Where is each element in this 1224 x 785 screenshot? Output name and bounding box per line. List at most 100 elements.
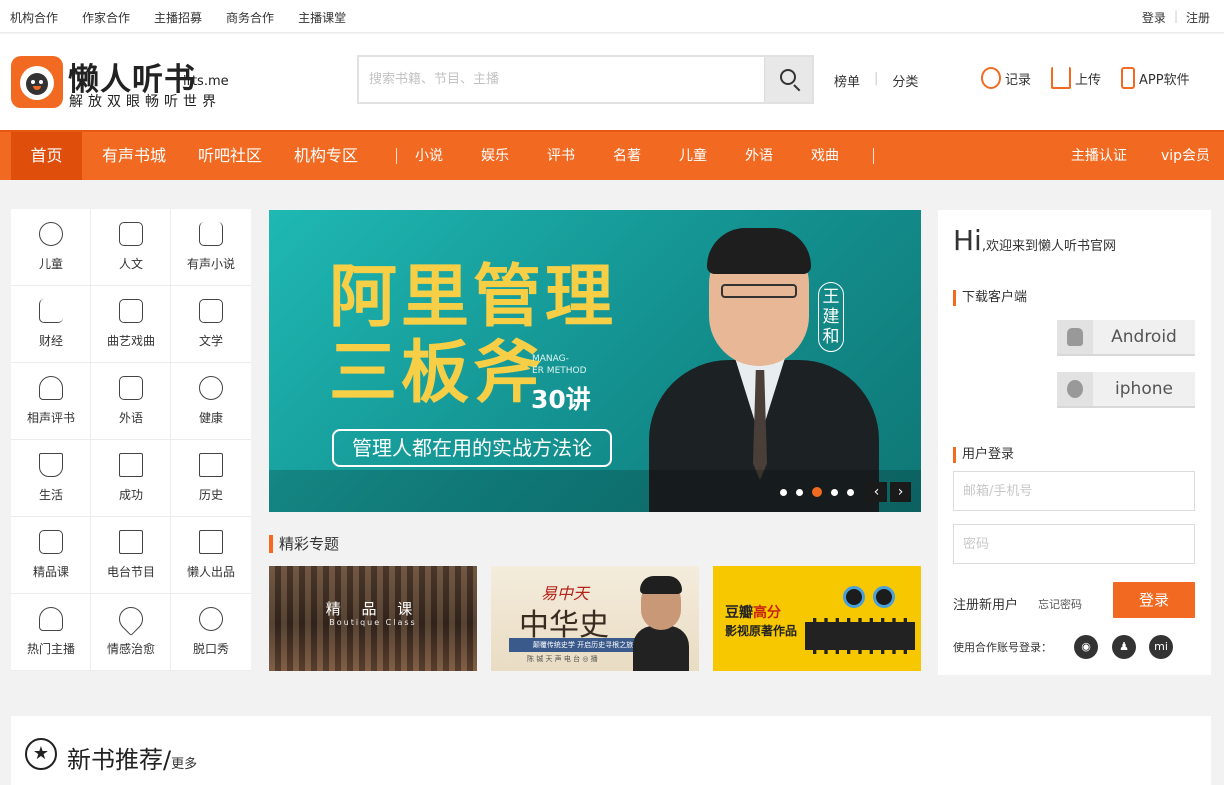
nav-cat-pingshu[interactable]: 评书 xyxy=(547,132,575,180)
category-item[interactable]: 成功 xyxy=(91,440,171,517)
topic-sub: 陈 铖 天 声 电 台 ◎ 播 xyxy=(527,655,598,663)
carousel-dot[interactable] xyxy=(796,488,803,496)
nav-cat-opera[interactable]: 戏曲 xyxy=(811,132,839,180)
chevron-right-icon[interactable]: › xyxy=(890,482,911,502)
top-links: 机构合作 作家合作 主播招募 商务合作 主播课堂 xyxy=(10,9,346,26)
qq-icon[interactable]: ♟ xyxy=(1112,635,1136,659)
nav-audio-store[interactable]: 有声书城 xyxy=(102,132,166,180)
logo-slogan: 解放双眼畅听世界 xyxy=(69,94,221,110)
nav-home[interactable]: 首页 xyxy=(11,132,82,180)
baby-icon xyxy=(39,222,63,246)
nav-vip[interactable]: vip会员 xyxy=(1161,132,1210,180)
nav-institution[interactable]: 机构专区 xyxy=(294,132,358,180)
app-label: APP软件 xyxy=(1139,72,1190,88)
category-item[interactable]: 热门主播 xyxy=(11,594,91,671)
category-item[interactable]: 相声评书 xyxy=(11,363,91,440)
app-button[interactable]: APP软件 xyxy=(1121,67,1190,89)
topic-subtitle: Boutique Class xyxy=(329,618,417,627)
category-item[interactable]: 曲艺戏曲 xyxy=(91,286,171,363)
people-icon xyxy=(39,607,63,631)
xiaomi-icon[interactable]: mi xyxy=(1149,635,1173,659)
main-nav: 首页 有声书城 听吧社区 机构专区 小说 娱乐 评书 名著 儿童 外语 戏曲 主… xyxy=(0,130,1224,180)
banner-tagline: 管理人都在用的实战方法论 xyxy=(332,429,612,467)
top-link-writer[interactable]: 作家合作 xyxy=(82,9,130,26)
nav-divider xyxy=(873,148,874,164)
nav-cat-classics[interactable]: 名著 xyxy=(613,132,641,180)
category-item[interactable]: 懒人出品 xyxy=(171,517,251,594)
nav-cat-children[interactable]: 儿童 xyxy=(679,132,707,180)
top-link-anchor-class[interactable]: 主播课堂 xyxy=(298,9,346,26)
carousel-dot[interactable] xyxy=(847,488,854,496)
top-link-agency[interactable]: 机构合作 xyxy=(10,9,58,26)
banner-carousel[interactable]: 阿里管理 三板斧 MANAG- ER METHOD 30讲 管理人都在用的实战方法… xyxy=(269,210,921,512)
category-item[interactable]: 人文 xyxy=(91,209,171,286)
topic-boutique-class[interactable]: 精 品 课 Boutique Class xyxy=(269,566,477,671)
forgot-password-link[interactable]: 忘记密码 xyxy=(1038,596,1082,612)
weibo-icon[interactable]: ◉ xyxy=(1074,635,1098,659)
android-download-button[interactable]: Android xyxy=(1057,320,1195,356)
category-item[interactable]: 精品课 xyxy=(11,517,91,594)
top-link-anchor-recruit[interactable]: 主播招募 xyxy=(154,9,202,26)
disc-icon xyxy=(119,299,143,323)
nav-anchor-cert[interactable]: 主播认证 xyxy=(1071,132,1127,180)
category-link[interactable]: 分类 xyxy=(892,71,918,90)
play-book-icon xyxy=(39,530,63,554)
topic-chinese-history[interactable]: 易中天 中华史 颠覆传统史学 开启历史寻根之旅 陈 铖 天 声 电 台 ◎ 播 xyxy=(491,566,699,671)
topic-douban-films[interactable]: 豆瓣高分 影视原著作品 xyxy=(713,566,921,671)
category-item[interactable]: 有声小说 xyxy=(171,209,251,286)
building-icon xyxy=(119,222,143,246)
film-reel-icon xyxy=(873,586,895,608)
speaker-name: 王建和 xyxy=(818,282,844,352)
greeting: Hi,欢迎来到懒人听书官网 xyxy=(953,224,1116,257)
history-button[interactable]: 记录 xyxy=(981,67,1031,89)
password-field[interactable] xyxy=(953,524,1195,564)
category-item[interactable]: 文学 xyxy=(171,286,251,363)
iphone-download-button[interactable]: iphone xyxy=(1057,372,1195,408)
logo-domain: lrts.me xyxy=(183,74,229,89)
film-strip-icon xyxy=(805,618,915,654)
category-item[interactable]: 生活 xyxy=(11,440,91,517)
login-title: 用户登录 xyxy=(953,447,1014,463)
quick-links: 榜单 | 分类 xyxy=(834,71,918,90)
nav-cat-foreign[interactable]: 外语 xyxy=(745,132,773,180)
mic-icon xyxy=(199,607,223,631)
search-button[interactable] xyxy=(764,57,812,102)
register-new-user-link[interactable]: 注册新用户 xyxy=(953,594,1018,613)
author-photo xyxy=(633,576,689,671)
film-reel-icon xyxy=(843,586,865,608)
more-link[interactable]: 更多 xyxy=(171,757,197,772)
category-item[interactable]: 电台节目 xyxy=(91,517,171,594)
category-item[interactable]: 历史 xyxy=(171,440,251,517)
clock-icon xyxy=(981,67,1001,89)
book-icon xyxy=(199,299,223,323)
carousel-dot-active[interactable] xyxy=(812,487,822,497)
category-item[interactable]: 脱口秀 xyxy=(171,594,251,671)
category-item[interactable]: 情感治愈 xyxy=(91,594,171,671)
login-link[interactable]: 登录 xyxy=(1142,9,1166,26)
email-field[interactable] xyxy=(953,471,1195,511)
nav-community[interactable]: 听吧社区 xyxy=(198,132,262,180)
speaker-photo xyxy=(649,210,901,512)
phone-icon xyxy=(1121,67,1136,89)
category-item[interactable]: 财经 xyxy=(11,286,91,363)
ranking-link[interactable]: 榜单 xyxy=(834,71,860,90)
register-link[interactable]: 注册 xyxy=(1186,9,1210,26)
search-input[interactable] xyxy=(359,57,766,102)
history-label: 记录 xyxy=(1005,72,1032,88)
category-item[interactable]: 儿童 xyxy=(11,209,91,286)
top-link-business[interactable]: 商务合作 xyxy=(226,9,274,26)
topic-subtitle: 影视原著作品 xyxy=(725,624,798,638)
carousel-dot[interactable] xyxy=(780,488,787,496)
login-button[interactable]: 登录 xyxy=(1113,582,1195,618)
category-item[interactable]: 健康 xyxy=(171,363,251,440)
upload-icon xyxy=(1051,67,1072,89)
chevron-left-icon[interactable]: ‹ xyxy=(866,482,887,502)
nav-cat-novel[interactable]: 小说 xyxy=(415,132,443,180)
upload-button[interactable]: 上传 xyxy=(1051,67,1101,89)
carousel-dot[interactable] xyxy=(831,488,838,496)
category-item[interactable]: 外语 xyxy=(91,363,171,440)
nav-cat-entertainment[interactable]: 娱乐 xyxy=(481,132,509,180)
search-icon xyxy=(780,69,796,85)
logo-icon[interactable] xyxy=(11,56,63,108)
download-title: 下载客户端 xyxy=(953,290,1027,306)
